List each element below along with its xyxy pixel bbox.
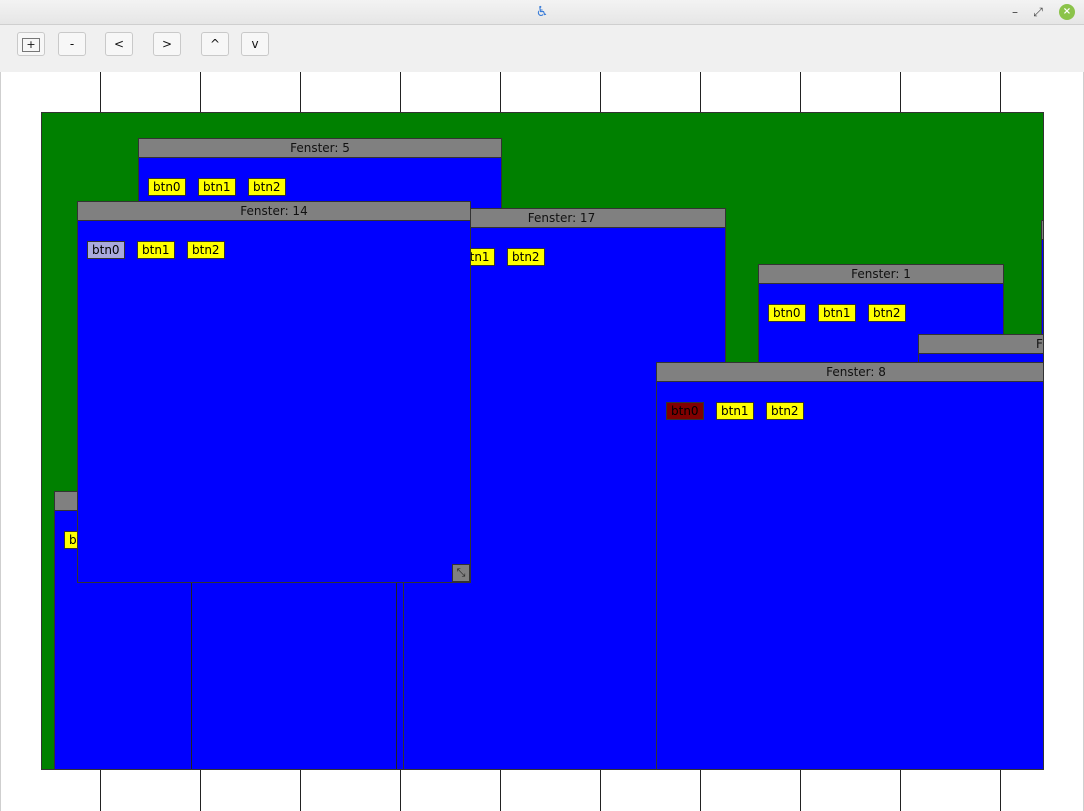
zoom-out-button[interactable]: - <box>58 32 86 56</box>
zoom-in-button[interactable]: + <box>17 32 45 56</box>
toolbar: + - < > ^ v <box>0 25 1084 71</box>
move-left-button[interactable]: < <box>105 32 133 56</box>
btn2-button[interactable]: btn2 <box>507 248 545 266</box>
desktop-area[interactable]: Fenster: 5 btn0 btn1 btn2 Fenster: 17 bt… <box>41 112 1044 770</box>
btn1-button[interactable]: btn1 <box>137 241 175 259</box>
resize-handle-icon[interactable]: ⤡ <box>452 564 470 582</box>
canvas[interactable]: Fenster: 5 btn0 btn1 btn2 Fenster: 17 bt… <box>0 72 1084 811</box>
window-title[interactable]: Fenster: 1 <box>759 265 1003 284</box>
btn2-button[interactable]: btn2 <box>766 402 804 420</box>
btn2-button[interactable]: btn2 <box>187 241 225 259</box>
window-title[interactable]: Fenster: 5 <box>139 139 501 158</box>
window-title[interactable] <box>1042 221 1043 240</box>
window-title[interactable]: Fenster: 8 <box>657 363 1043 382</box>
window-14[interactable]: Fenster: 14 btn0 btn1 btn2 ⤡ <box>77 201 471 583</box>
btn0-button[interactable]: btn0 <box>666 402 704 420</box>
move-up-button[interactable]: ^ <box>201 32 229 56</box>
btn0-button[interactable]: btn0 <box>768 304 806 322</box>
move-right-button[interactable]: > <box>153 32 181 56</box>
restore-button[interactable]: ⤢ <box>1030 4 1046 20</box>
btn0-button[interactable]: btn0 <box>148 178 186 196</box>
btn0-button[interactable]: btn0 <box>87 241 125 259</box>
btn1-button[interactable]: btn1 <box>818 304 856 322</box>
window-title[interactable]: Fenster: 14 <box>78 202 470 221</box>
accessibility-icon: ♿ <box>535 4 549 20</box>
close-button[interactable]: × <box>1059 4 1075 20</box>
btn1-button[interactable]: btn1 <box>716 402 754 420</box>
move-down-button[interactable]: v <box>241 32 269 56</box>
minimize-button[interactable]: – <box>1007 4 1023 20</box>
window-divider <box>396 581 397 769</box>
window-divider <box>191 582 192 769</box>
btn1-button[interactable]: btn1 <box>198 178 236 196</box>
btn2-button[interactable]: btn2 <box>868 304 906 322</box>
btn2-button[interactable]: btn2 <box>248 178 286 196</box>
window-title[interactable]: Fe <box>919 335 1043 354</box>
window-8[interactable]: Fenster: 8 btn0 btn1 btn2 <box>656 362 1043 769</box>
window-titlebar: ♿ – ⤢ × <box>0 0 1084 25</box>
